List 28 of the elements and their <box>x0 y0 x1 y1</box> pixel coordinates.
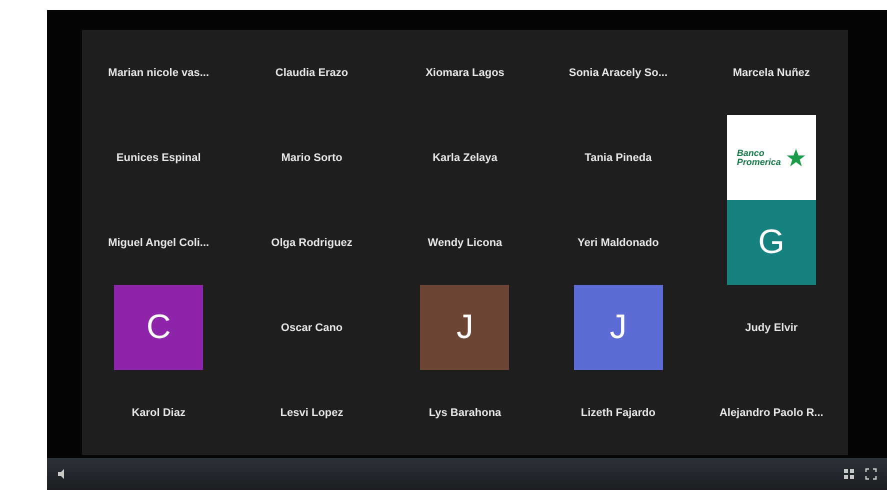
participant-name: Karla Zelaya <box>432 152 498 164</box>
participant-name: Eunices Espinal <box>116 152 201 164</box>
avatar-tile: J <box>574 285 663 370</box>
avatar-tile: G <box>726 200 816 285</box>
participant-name: Karol Diaz <box>132 406 186 418</box>
participant-name: Marian nicole vas... <box>108 66 210 78</box>
logo-text: Banco Promerica <box>736 148 782 166</box>
participant-name: Miguel Angel Coli... <box>108 236 210 248</box>
participant-name: Tania Pineda <box>584 152 652 164</box>
participant-name: Xiomara Lagos <box>426 66 504 78</box>
participant-name: Marcela Nuñez <box>732 66 810 78</box>
participant-name: Claudia Erazo <box>275 66 348 78</box>
participant-name: Alejandro Paolo R... <box>719 406 824 418</box>
star-icon <box>786 148 806 168</box>
participant-name: Olga Rodriguez <box>271 236 352 248</box>
participant-name: Sonia Aracely So... <box>568 66 668 78</box>
avatar-tile: J <box>420 285 510 370</box>
participant-name: Yeri Maldonado <box>578 236 659 248</box>
participant-name: Oscar Cano <box>280 322 343 334</box>
participant-name: Lesvi Lopez <box>280 406 344 418</box>
participant-name: Lizeth Fajardo <box>580 406 656 418</box>
participant-name: Lys Barahona <box>428 406 502 418</box>
grid-icon[interactable] <box>843 468 855 480</box>
participant-name: Mario Sorto <box>281 152 342 164</box>
avatar-tile: C <box>114 285 204 370</box>
participant-name: Judy Elvir <box>745 322 798 334</box>
participant-name: Wendy Licona <box>428 236 502 248</box>
fullscreen-icon[interactable] <box>865 468 877 480</box>
